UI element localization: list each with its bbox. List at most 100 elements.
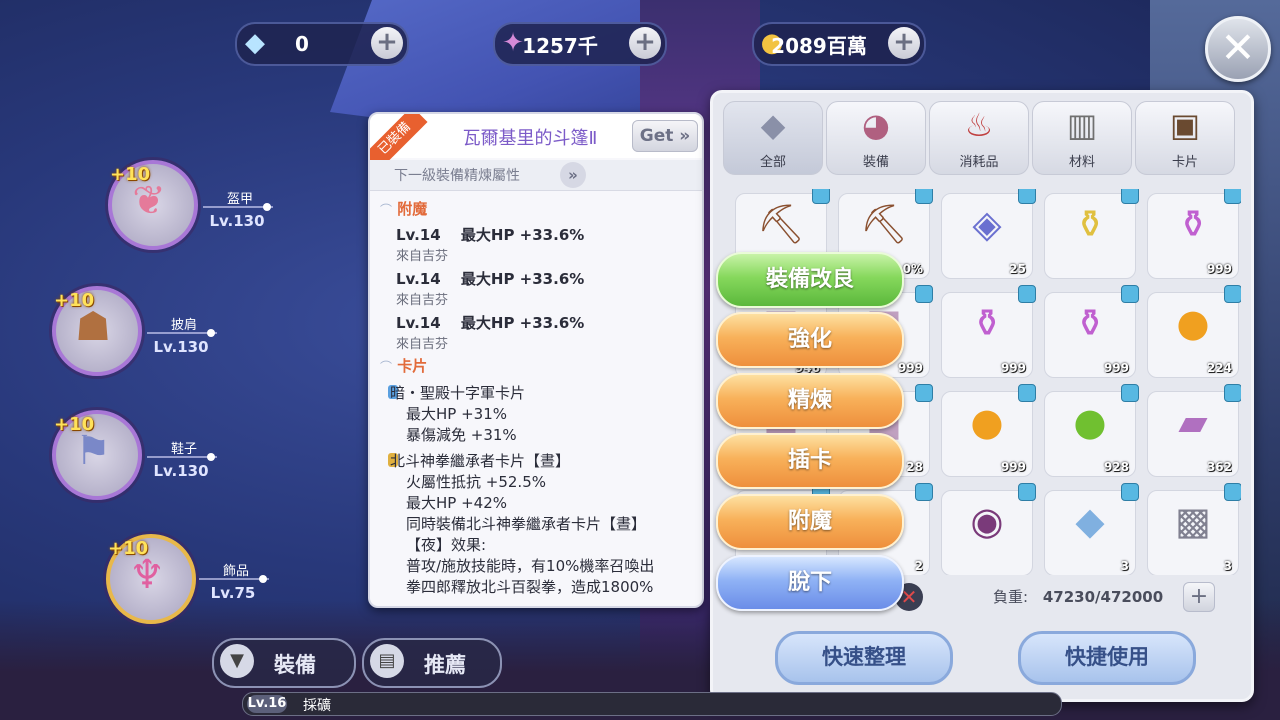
wing-icon: ⌒ [380,360,393,374]
slot-level: Lv.130 [153,462,209,480]
lock-icon [1018,483,1036,501]
tab-consumable[interactable]: ♨ 消耗品 [929,101,1029,175]
item-detail-card: 已裝備 瓦爾基里的斗篷Ⅱ Get » 下一級裝備精煉屬性 » ⌒ 附魔 Lv.1… [368,112,704,608]
inventory-cell[interactable]: ◈ 25 [941,189,1036,279]
lock-icon [915,285,933,303]
cloth-icon: ▰ [1178,400,1208,444]
stone-tablet-icon: ▩ [1175,499,1211,543]
close-button[interactable]: ✕ [1205,16,1271,82]
inventory-cell[interactable]: ● 224 [1147,285,1241,378]
tab-label: 裝備 [862,155,889,170]
tab-recommend-bottom[interactable]: ▤ 推薦 [362,638,502,688]
slot-level: Lv.130 [209,212,265,230]
enchant-button[interactable]: 附魔 [716,494,904,550]
lock-icon [1018,384,1036,402]
item-count: 3 [1120,559,1129,573]
add-diamond-button[interactable]: + [371,27,403,59]
add-coin-button[interactable]: + [888,27,920,59]
item-count: 25 [1009,262,1026,276]
tab-label: 裝備 [274,653,316,677]
quick-sort-button[interactable]: 快速整理 [775,631,953,685]
enchant-line: Lv.14 最大HP +33.6% [396,314,585,332]
equip-upgrade-button[interactable]: 裝備改良 [716,252,904,308]
enchant-source: 來自吉芬 [396,337,449,352]
card-effect: 最大HP +42% [406,494,508,512]
tab-equip-bottom[interactable]: ▼ 裝備 [212,638,356,688]
card-effect: 普攻/施放技能時，有10%機率召喚出 [406,557,655,575]
card-name: 北斗神拳繼承者卡片【晝】 [390,452,571,470]
lock-icon [915,483,933,501]
currency-coin: ● 2089百萬 + [752,22,926,66]
lock-icon [1018,285,1036,303]
next-refine-label: 下一級裝備精煉屬性 [394,168,520,184]
lock-icon [812,189,830,204]
item-count: 28 [906,460,923,474]
inventory-cell[interactable]: ⚱ 999 [1044,285,1139,378]
add-weight-button[interactable]: + [1183,582,1215,612]
tab-all[interactable]: ◆ 全部 [723,101,823,175]
enchant-line: Lv.14 最大HP +33.6% [396,226,585,244]
inventory-cell[interactable]: ◆ 3 [1044,483,1139,575]
quick-use-button[interactable]: 快捷使用 [1018,631,1196,685]
inventory-cell[interactable]: ⚱ [1044,189,1139,279]
item-count: 362 [1206,460,1232,474]
card-effect: 拳四郎釋放北斗百裂拳，造成1800% [406,578,654,596]
diamond-value: 0 [295,32,309,56]
card-icon: ▣ [1169,106,1201,144]
lock-icon [915,384,933,402]
inventory-cell[interactable]: ▰ 362 [1147,384,1241,477]
currency-diamond: ◆ 0 + [235,22,409,66]
tab-label: 卡片 [1171,155,1198,170]
purple-potion-icon: ⚱ [1177,202,1209,246]
divider-dot [259,575,267,583]
enchant-source: 來自吉芬 [396,293,449,308]
equipment-icon: ◕ [862,106,890,144]
lock-icon [1224,483,1241,501]
unequip-button[interactable]: 脫下 [716,555,904,611]
gem-icon: ◉ [970,499,1004,543]
all-icon: ◆ [760,106,786,144]
item-count: 3 [1223,559,1232,573]
refine-button[interactable]: 精煉 [716,373,904,429]
refine-badge: +10 [54,414,95,435]
tab-equipment[interactable]: ◕ 裝備 [826,101,926,175]
inventory-cell[interactable]: ▩ 3 [1147,483,1241,575]
get-button[interactable]: Get » [632,120,698,152]
item-count: 999 [1206,262,1232,276]
insert-card-button[interactable]: 插卡 [716,433,904,489]
slot-level: Lv.75 [210,584,256,602]
divider-dot [263,203,271,211]
next-refine-button[interactable]: » [560,162,586,188]
pickaxe-icon: ⛏ [756,202,806,246]
tab-label: 推薦 [424,653,466,677]
slot-name: 鞋子 [170,442,197,457]
purple-potion-icon: ⚱ [971,301,1003,345]
wing-icon: ⌒ [380,203,393,217]
tab-material[interactable]: ▥ 材料 [1032,101,1132,175]
inventory-cell[interactable]: ● 999 [941,384,1036,477]
item-count: 999 [1000,361,1026,375]
ore-icon: ◈ [972,202,1002,246]
book-icon: ▤ [370,644,404,678]
tab-label: 消耗品 [959,155,999,170]
card-header: ⌒ 卡片 [380,355,470,376]
refine-badge: +10 [108,538,149,559]
lock-icon [1018,189,1036,204]
weight-value: 47230/472000 [1042,588,1164,606]
inventory-cell[interactable]: ⚱ 999 [1147,189,1241,279]
enhance-button[interactable]: 強化 [716,312,904,368]
divider-dot [207,453,215,461]
item-count: 0% [902,262,923,276]
inventory-cell[interactable]: ● 928 [1044,384,1139,477]
coin-value: 2089百萬 [771,33,867,58]
detail-scroll[interactable]: ⌒ 附魔 Lv.14 最大HP +33.6% 來自吉芬 Lv.14 最大HP +… [370,190,702,606]
job-name: 採礦 [303,698,331,714]
refine-badge: +10 [110,164,151,185]
lock-icon [1121,384,1139,402]
inventory-cell[interactable]: ⚱ 999 [941,285,1036,378]
lock-icon [1224,384,1241,402]
add-crystal-button[interactable]: + [629,27,661,59]
tab-card[interactable]: ▣ 卡片 [1135,101,1235,175]
inventory-cell[interactable]: ◉ [941,483,1036,575]
shirt-icon: ▼ [220,644,254,678]
